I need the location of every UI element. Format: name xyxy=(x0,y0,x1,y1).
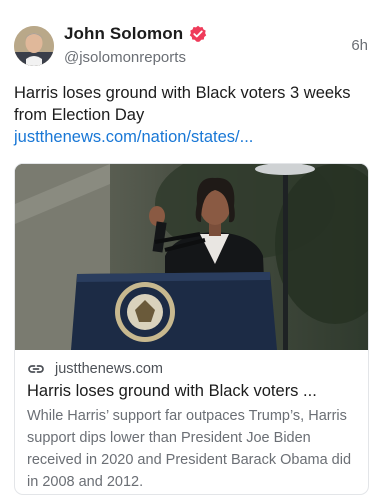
preview-body: justthenews.com Harris loses ground with… xyxy=(15,350,368,494)
preview-title[interactable]: Harris loses ground with Black voters ..… xyxy=(27,380,358,402)
post-body-text: Harris loses ground with Black voters 3 … xyxy=(14,84,351,124)
preview-description: While Harris’ support far outpaces Trump… xyxy=(27,408,352,490)
post-header: John Solomon @jsolomonreports 6h xyxy=(14,24,370,70)
post-text: Harris loses ground with Black voters 3 … xyxy=(14,82,370,148)
post-timestamp[interactable]: 6h xyxy=(351,37,368,54)
avatar[interactable] xyxy=(14,26,54,66)
post-link[interactable]: justthenews.com/nation/states/... xyxy=(14,128,253,146)
link-icon xyxy=(27,360,45,378)
post-card[interactable]: John Solomon @jsolomonreports 6h Harris … xyxy=(0,0,384,500)
preview-domain: justthenews.com xyxy=(55,361,163,377)
verified-badge-icon xyxy=(189,25,207,43)
name-row: John Solomon xyxy=(64,24,207,44)
display-name[interactable]: John Solomon xyxy=(64,24,183,44)
preview-domain-row: justthenews.com xyxy=(27,360,358,378)
preview-image[interactable] xyxy=(15,164,368,350)
link-preview-card[interactable]: justthenews.com Harris loses ground with… xyxy=(14,163,369,495)
user-handle[interactable]: @jsolomonreports xyxy=(64,49,186,66)
